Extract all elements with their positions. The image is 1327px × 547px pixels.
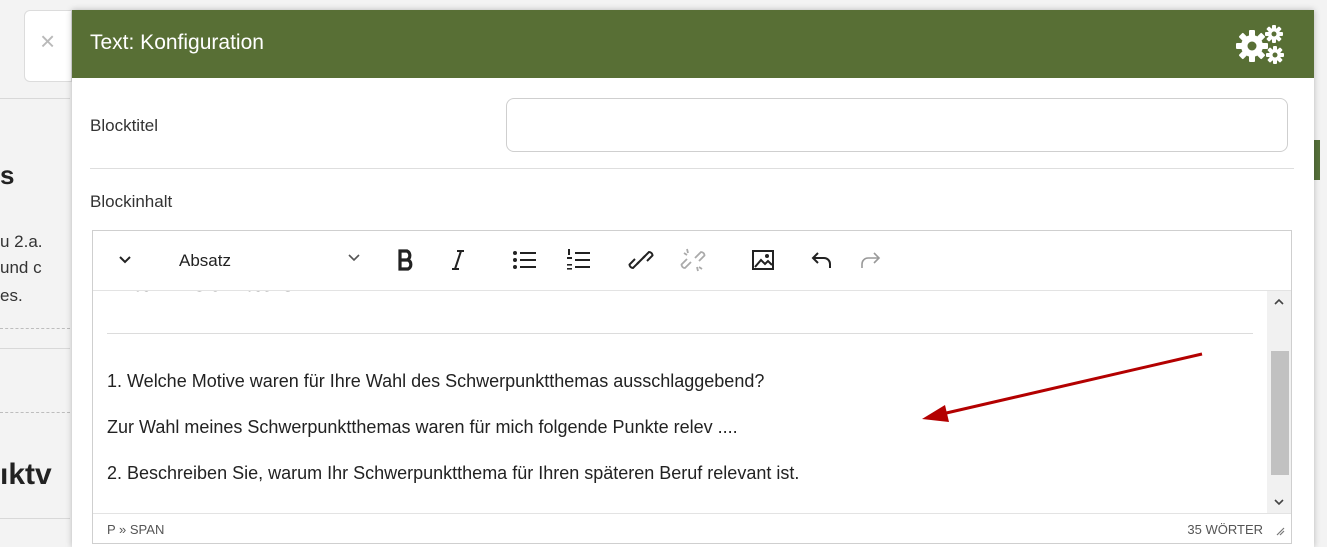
divider [0, 348, 70, 349]
image-button[interactable] [745, 241, 781, 279]
scrollbar-thumb[interactable] [1271, 351, 1289, 475]
bold-icon [398, 249, 413, 271]
bold-button[interactable] [389, 241, 423, 279]
block-content-label: Blockinhalt [90, 192, 173, 211]
divider [90, 168, 1294, 169]
scroll-down-icon[interactable] [1273, 497, 1285, 507]
numbered-list-icon [567, 249, 590, 270]
gears-icon[interactable] [1234, 24, 1286, 64]
divider [0, 412, 70, 413]
bg-text: und c [0, 258, 42, 277]
numbered-list-button[interactable] [561, 241, 597, 279]
redo-button[interactable] [853, 241, 887, 279]
editor-toolbar: Absatz [93, 231, 1291, 291]
element-path[interactable]: P » SPAN [107, 522, 164, 537]
rich-text-editor[interactable]: Absatz 1. Welche Motive waren für Ihre W… [92, 230, 1292, 544]
modal-header: Text: Konfiguration [72, 10, 1314, 78]
modal-title: Text: Konfiguration [90, 31, 264, 54]
unlink-icon [680, 248, 706, 272]
chevron-down-icon [348, 254, 360, 262]
link-button[interactable] [623, 241, 659, 279]
horizontal-rule [107, 333, 1253, 334]
block-format-select[interactable]: Absatz [179, 241, 375, 279]
bg-text: u 2.a. [0, 232, 43, 251]
italic-icon [452, 250, 464, 270]
content-paragraph: Zur Wahl meines Schwerpunktthemas waren … [107, 417, 738, 437]
bg-text: es. [0, 286, 23, 305]
chevron-down-icon [119, 256, 131, 264]
bg-accent [1314, 140, 1320, 180]
undo-icon [811, 252, 831, 268]
bg-heading: ıktv [0, 458, 52, 491]
resize-handle-icon[interactable] [1275, 526, 1285, 536]
config-modal: Text: Konfiguration Blocktitel Blockinha… [72, 10, 1314, 547]
image-icon [752, 250, 774, 270]
content-paragraph: 2. Beschreiben Sie, warum Ihr Schwerpunk… [107, 463, 800, 483]
block-title-label: Blocktitel [90, 116, 159, 135]
bg-heading: s [0, 160, 15, 190]
divider [0, 98, 70, 99]
italic-button[interactable] [441, 241, 475, 279]
redo-icon [861, 252, 881, 268]
divider [0, 328, 70, 329]
block-format-value: Absatz [179, 251, 231, 270]
unlink-button[interactable] [675, 241, 711, 279]
content-heading: 1.a. Motivation [107, 291, 315, 299]
block-title-input[interactable] [506, 98, 1288, 152]
scroll-up-icon[interactable] [1273, 297, 1285, 307]
bullet-list-icon [513, 251, 536, 269]
divider [0, 518, 70, 519]
editor-content[interactable]: 1.a. Motivation 1. Welche Motive waren f… [93, 291, 1267, 513]
editor-statusbar: P » SPAN 35 WÖRTER [93, 513, 1291, 543]
undo-button[interactable] [805, 241, 839, 279]
link-icon [628, 250, 654, 270]
word-count: 35 WÖRTER [1187, 522, 1263, 537]
close-icon[interactable]: × [40, 28, 55, 54]
bullet-list-button[interactable] [507, 241, 543, 279]
toolbar-toggle-button[interactable] [107, 241, 143, 279]
screen: × s u 2.a. und c es. ıktv Text: Konfigur… [0, 0, 1327, 547]
content-paragraph: 1. Welche Motive waren für Ihre Wahl des… [107, 371, 765, 391]
